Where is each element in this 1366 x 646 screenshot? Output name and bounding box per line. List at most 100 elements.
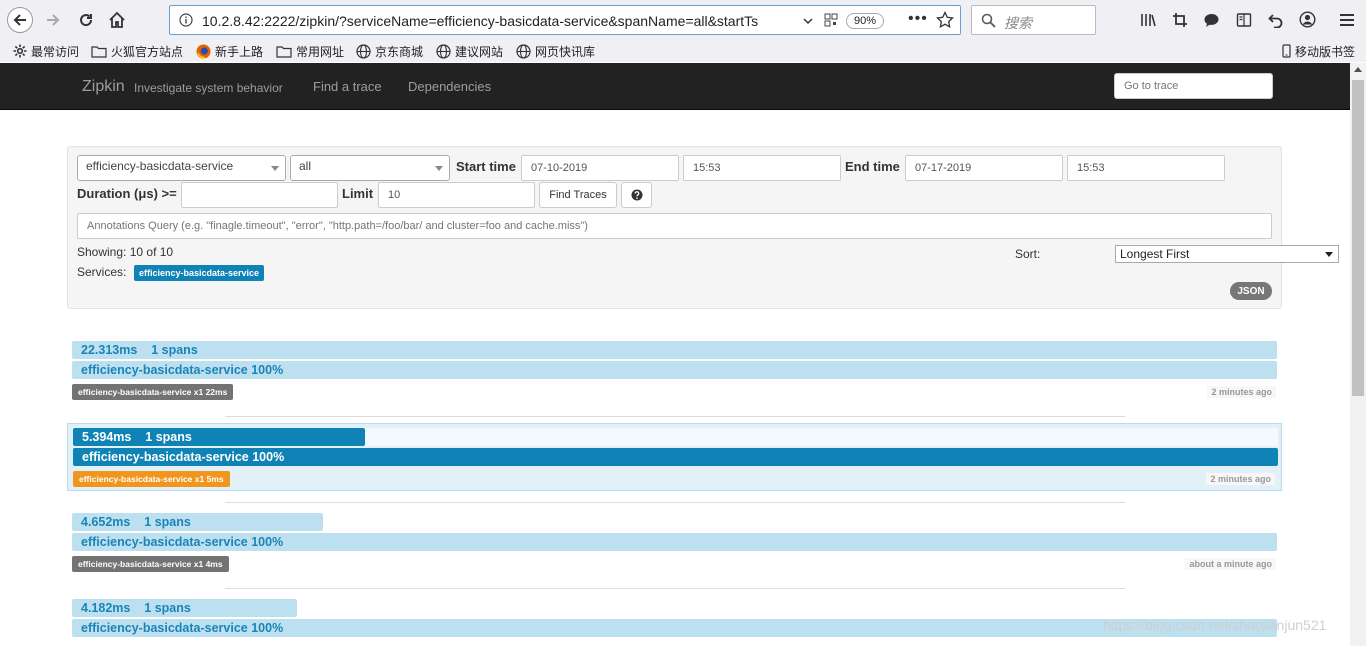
bookmark-label: 新手上路 [215, 44, 264, 59]
question-circle-icon [631, 189, 642, 201]
bookmark-label: 京东商城 [375, 44, 424, 59]
trace-span-count: 1 spans [144, 601, 191, 615]
scroll-up-arrow-icon[interactable] [1354, 67, 1362, 72]
firefox-icon [196, 44, 211, 58]
trace-summary: 4.652ms 1 spans [81, 515, 191, 529]
service-percentage: efficiency-basicdata-service 100% [81, 621, 284, 635]
forward-button[interactable] [40, 7, 66, 33]
service-percentage: efficiency-basicdata-service 100% [81, 535, 284, 549]
browser-search-bar[interactable]: 搜索 [971, 5, 1096, 35]
showing-count: 10 of 10 [129, 245, 174, 259]
start-date-input[interactable] [521, 155, 679, 181]
bookmark-most-visited[interactable]: 最常访问 [13, 42, 79, 60]
star-icon[interactable] [936, 11, 954, 29]
trace-separator [225, 416, 1125, 417]
end-time-label: End time [845, 159, 900, 174]
search-panel: efficiency-basicdata-service all Start t… [67, 146, 1339, 309]
nav-find-a-trace[interactable]: Find a trace [313, 79, 382, 94]
caret-down-icon [435, 166, 443, 171]
service-percentage: efficiency-basicdata-service 100% [81, 363, 284, 377]
bookmark-label: 火狐官方站点 [111, 44, 184, 59]
sort-select-value: Longest First [1120, 247, 1190, 261]
trace-row[interactable]: 4.652ms 1 spans efficiency-basicdata-serv… [67, 509, 1282, 577]
crop-icon[interactable] [1172, 12, 1188, 28]
duration-label: Duration (μs) >= [77, 186, 177, 201]
trace-timestamp: 2 minutes ago [1206, 473, 1275, 485]
limit-input[interactable] [378, 182, 535, 208]
globe-icon [516, 43, 531, 59]
duration-input[interactable] [181, 182, 338, 208]
trace-summary: 5.394ms 1 spans [82, 430, 192, 444]
help-button[interactable] [621, 182, 652, 208]
chevron-down-icon[interactable] [802, 15, 814, 27]
search-icon [981, 13, 996, 28]
trace-row[interactable]: 5.394ms 1 spans efficiency-basicdata-serv… [67, 423, 1282, 491]
browser-chrome: 10.2.8.42:2222/zipkin/?serviceName=effic… [0, 0, 1366, 62]
bookmark-label: 最常访问 [31, 44, 80, 59]
bookmark-mobile[interactable]: 移动版书签 [1282, 42, 1355, 60]
globe-icon [356, 43, 371, 59]
home-button[interactable] [104, 7, 130, 33]
account-icon[interactable] [1299, 11, 1316, 28]
library-icon[interactable] [1140, 12, 1156, 28]
undo-icon[interactable] [1268, 12, 1284, 28]
url-text[interactable]: 10.2.8.42:2222/zipkin/?serviceName=effic… [202, 13, 792, 29]
bookmark-firefox-official[interactable]: 火狐官方站点 [91, 42, 183, 60]
service-duration-tag[interactable]: efficiency-basicdata-service x1 4ms [72, 556, 229, 572]
annotations-query-input[interactable] [77, 213, 1272, 239]
trace-row[interactable]: 22.313ms 1 spans efficiency-basicdata-ser… [67, 337, 1282, 405]
bookmark-jd-mall[interactable]: 京东商城 [356, 42, 423, 60]
brand-logo[interactable]: Zipkin [82, 78, 125, 96]
service-select-value: efficiency-basicdata-service [86, 159, 234, 173]
home-icon [109, 11, 125, 28]
scrollbar-thumb[interactable] [1352, 80, 1364, 396]
span-select[interactable]: all [290, 155, 450, 181]
mobile-phone-icon [1282, 44, 1291, 58]
service-duration-tag[interactable]: efficiency-basicdata-service x1 22ms [72, 384, 234, 400]
arrow-left-icon [13, 14, 26, 26]
qr-code-icon[interactable] [824, 13, 838, 27]
reload-icon [80, 14, 93, 27]
bookmark-common-sites[interactable]: 常用网址 [276, 42, 344, 60]
url-bar[interactable]: 10.2.8.42:2222/zipkin/?serviceName=effic… [169, 5, 961, 35]
caret-down-icon [1325, 252, 1333, 257]
end-time-input[interactable] [1067, 155, 1225, 181]
service-select[interactable]: efficiency-basicdata-service [77, 155, 286, 181]
bookmark-web-slice-gallery[interactable]: 网页快讯库 [516, 42, 595, 60]
start-time-input[interactable] [683, 155, 841, 181]
hamburger-menu-icon[interactable] [1339, 12, 1355, 28]
trace-duration: 22.313ms [81, 343, 138, 357]
find-traces-button[interactable]: Find Traces [539, 182, 617, 208]
service-filter-tag[interactable]: efficiency-basicdata-service [134, 265, 265, 281]
trace-timestamp: about a minute ago [1185, 558, 1276, 570]
bookmark-label: 移动版书签 [1295, 44, 1356, 59]
zoom-level-badge[interactable]: 90% [846, 13, 884, 29]
trace-span-count: 1 spans [145, 430, 192, 444]
app-navbar: Zipkin Investigate system behavior Find … [0, 63, 1350, 110]
service-duration-tag[interactable]: efficiency-basicdata-service x1 5ms [73, 471, 230, 487]
reader-view-icon[interactable] [1236, 12, 1252, 28]
page-scrollbar[interactable] [1350, 63, 1366, 646]
brand-tagline: Investigate system behavior [134, 81, 283, 95]
json-button[interactable]: JSON [1230, 282, 1272, 300]
trace-span-count: 1 spans [151, 343, 198, 357]
showing-label: Showing: 10 of 10 [77, 245, 173, 259]
info-icon[interactable] [179, 13, 193, 27]
bookmark-getting-started[interactable]: 新手上路 [196, 42, 263, 60]
sort-select[interactable]: Longest First [1115, 245, 1339, 263]
end-date-input[interactable] [905, 155, 1063, 181]
trace-row[interactable]: 4.182ms 1 spans efficiency-basicdata-serv… [67, 595, 1282, 646]
back-button[interactable] [7, 7, 33, 33]
chat-bubble-icon[interactable] [1203, 12, 1220, 28]
trace-duration: 5.394ms [82, 430, 132, 444]
trace-span-count: 1 spans [144, 515, 191, 529]
reload-button[interactable] [73, 7, 99, 33]
start-time-label: Start time [456, 159, 516, 174]
go-to-trace-input[interactable] [1114, 73, 1273, 99]
nav-dependencies[interactable]: Dependencies [408, 79, 491, 94]
trace-separator [225, 502, 1125, 503]
search-placeholder: 搜索 [1004, 15, 1032, 31]
watermark: https://blog.csdn.net/shaojianjun521 [1103, 617, 1327, 633]
bookmark-suggested-sites[interactable]: 建议网站 [436, 42, 503, 60]
page-actions-menu-icon[interactable]: ••• [908, 10, 928, 28]
